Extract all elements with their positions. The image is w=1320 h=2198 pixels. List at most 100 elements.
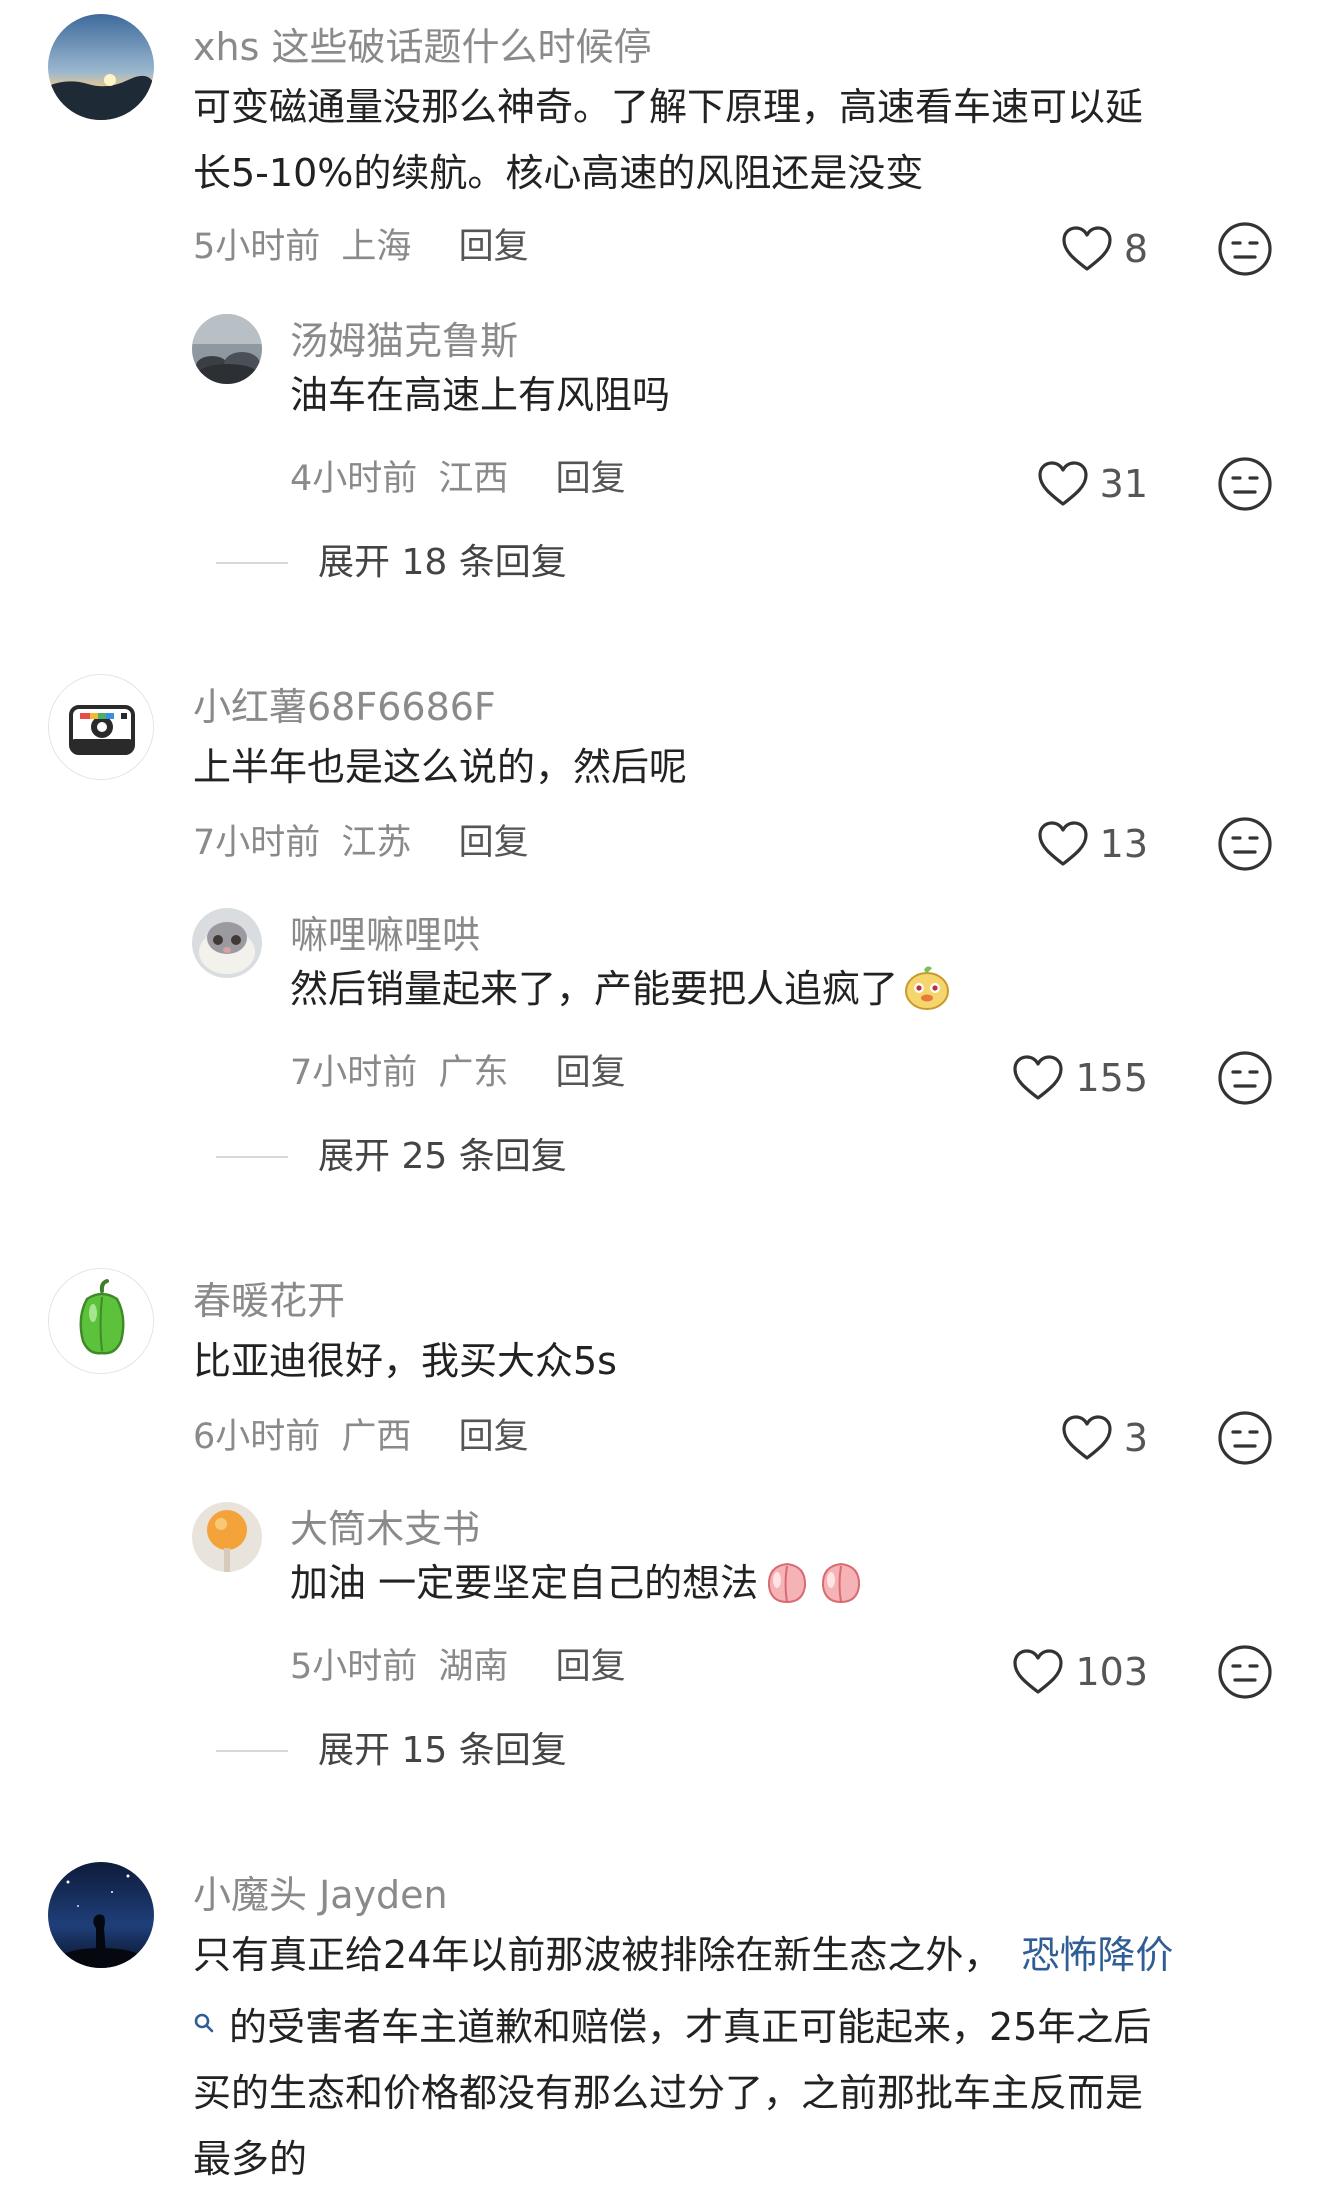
reply-button[interactable]: 回复 — [459, 1417, 529, 1457]
comment-text-line: 长5-10%的续航。核心高速的风阻还是没变 — [193, 151, 924, 195]
like-button[interactable]: 103 — [1013, 1644, 1148, 1700]
username[interactable]: 小红薯68F6686F — [193, 688, 496, 726]
like-count: 103 — [1075, 1650, 1148, 1694]
comment-text-segment: 的受害者车主道歉和赔偿，才真正可能起来，25年之后 — [229, 2005, 1152, 2049]
username[interactable]: 大筒木支书 — [290, 1510, 480, 1548]
like-button[interactable]: 3 — [1030, 1410, 1148, 1466]
search-icon[interactable] — [193, 1988, 215, 2054]
reply-button[interactable]: 回复 — [556, 459, 626, 499]
reply-text: 加油 一定要坚定自己的想法 — [290, 1550, 866, 1626]
location: 湖南 — [438, 1647, 509, 1687]
comment-text-line: 上半年也是这么说的，然后呢 — [193, 745, 688, 789]
username[interactable]: 汤姆猫克鲁斯 — [290, 322, 518, 360]
comment-item: 春暖花开 比亚迪很好，我买大众5s 6小时前 广西 回复 3 大筒木支书 加油 … — [0, 1254, 1320, 1814]
expand-replies-button[interactable]: 展开 25 条回复 — [216, 1132, 567, 1182]
heart-outline-icon — [1062, 1415, 1112, 1460]
expand-replies-button[interactable]: 展开 18 条回复 — [216, 538, 567, 588]
username[interactable]: 小魔头 Jayden — [193, 1876, 448, 1914]
comment-text-line: 买的生态和价格都没有那么过分了，之前那批车主反而是 — [193, 2071, 1144, 2115]
comment-text: 上半年也是这么说的，然后呢 — [193, 734, 687, 800]
avatar[interactable] — [48, 1268, 154, 1374]
neutral-face-icon — [1218, 1051, 1272, 1105]
location: 江苏 — [341, 823, 412, 863]
comment-meta: 6小时前 广西 回复 — [193, 1420, 539, 1455]
heart-outline-icon — [1013, 1055, 1064, 1100]
divider — [216, 562, 288, 564]
reply-button[interactable]: 回复 — [459, 823, 529, 863]
avatar[interactable] — [192, 908, 262, 978]
heart-outline-icon — [1062, 226, 1112, 271]
comment-text-segment: 只有真正给24年以前那波被排除在新生态之外， — [193, 1933, 1002, 1977]
divider — [216, 1750, 288, 1752]
expand-replies-button[interactable]: 展开 15 条回复 — [216, 1726, 567, 1776]
like-button[interactable]: 31 — [1030, 456, 1148, 512]
reply-text-content: 加油 一定要坚定自己的想法 — [290, 1561, 759, 1605]
comment-text-line: 最多的 — [193, 2137, 308, 2181]
neutral-face-icon — [1218, 457, 1272, 511]
neutral-face-icon — [1218, 222, 1272, 276]
dislike-button[interactable] — [1216, 1049, 1274, 1107]
avatar[interactable] — [48, 14, 154, 120]
reply-meta: 4小时前 江西 回复 — [290, 462, 636, 497]
expand-replies-label: 展开 15 条回复 — [318, 1730, 567, 1771]
location: 江西 — [438, 459, 509, 499]
peach-emoji-icon — [816, 1556, 866, 1626]
reply-button[interactable]: 回复 — [556, 1647, 626, 1687]
dislike-button[interactable] — [1216, 220, 1274, 278]
expand-replies-label: 展开 25 条回复 — [318, 1136, 567, 1177]
comment-item: xhs 这些破话题什么时候停 可变磁通量没那么神奇。了解下原理，高速看车速可以延… — [0, 0, 1320, 581]
username[interactable]: 春暖花开 — [193, 1282, 345, 1320]
dislike-button[interactable] — [1216, 455, 1274, 513]
duck-face-emoji-icon — [902, 962, 952, 1032]
comment-meta: 7小时前 江苏 回复 — [193, 826, 539, 861]
timestamp: 7小时前 — [290, 1053, 418, 1093]
comment-item: 小红薯68F6686F 上半年也是这么说的，然后呢 7小时前 江苏 回复 13 — [0, 660, 1320, 1220]
expand-replies-label: 展开 18 条回复 — [318, 542, 567, 583]
location: 广西 — [341, 1417, 412, 1457]
comment-text-line: 只有真正给24年以前那波被排除在新生态之外， 恐怖降价 — [193, 1922, 1173, 1988]
timestamp: 7小时前 — [193, 823, 321, 863]
location: 广东 — [438, 1053, 509, 1093]
username[interactable]: 嘛哩嘛哩哄 — [290, 916, 480, 954]
neutral-face-icon — [1218, 1411, 1272, 1465]
dislike-button[interactable] — [1216, 1409, 1274, 1467]
dislike-button[interactable] — [1216, 1643, 1274, 1701]
comment-feed: xhs 这些破话题什么时候停 可变磁通量没那么神奇。了解下原理，高速看车速可以延… — [0, 0, 1320, 2198]
timestamp: 6小时前 — [193, 1417, 321, 1457]
neutral-face-icon — [1218, 1645, 1272, 1699]
heart-outline-icon — [1038, 821, 1088, 866]
avatar[interactable] — [192, 314, 262, 384]
search-link[interactable]: 恐怖降价 — [1021, 1933, 1173, 1977]
like-button[interactable]: 155 — [1013, 1050, 1148, 1106]
peach-emoji-icon — [762, 1556, 812, 1626]
avatar[interactable] — [192, 1502, 262, 1572]
location: 上海 — [341, 227, 412, 267]
avatar[interactable] — [48, 1862, 154, 1968]
timestamp: 5小时前 — [290, 1647, 418, 1687]
like-count: 155 — [1075, 1056, 1148, 1100]
comment-text-line: 可变磁通量没那么神奇。了解下原理，高速看车速可以延 — [193, 85, 1144, 129]
comment-text: 可变磁通量没那么神奇。了解下原理，高速看车速可以延 长5-10%的续航。核心高速… — [193, 74, 1143, 206]
username[interactable]: xhs 这些破话题什么时候停 — [193, 28, 651, 66]
avatar[interactable] — [48, 674, 154, 780]
like-count: 3 — [1123, 1416, 1148, 1460]
reply-text-content: 然后销量起来了，产能要把人追疯了 — [290, 967, 899, 1011]
like-button[interactable]: 13 — [1030, 816, 1148, 872]
like-button[interactable]: 8 — [1030, 221, 1148, 277]
comment-text-line: 的受害者车主道歉和赔偿，才真正可能起来，25年之后 — [193, 1988, 1173, 2060]
comment-text: 比亚迪很好，我买大众5s — [193, 1328, 617, 1394]
reply-meta: 7小时前 广东 回复 — [290, 1056, 636, 1091]
timestamp: 4小时前 — [290, 459, 418, 499]
dislike-button[interactable] — [1216, 815, 1274, 873]
reply-button[interactable]: 回复 — [459, 227, 529, 267]
reply-button[interactable]: 回复 — [556, 1053, 626, 1093]
comment-meta: 5小时前 上海 回复 — [193, 230, 539, 265]
neutral-face-icon — [1218, 817, 1272, 871]
like-count: 8 — [1123, 227, 1148, 271]
like-count: 13 — [1099, 822, 1148, 866]
divider — [216, 1156, 288, 1158]
reply-text: 油车在高速上有风阻吗 — [290, 373, 671, 417]
heart-outline-icon — [1013, 1649, 1064, 1694]
like-count: 31 — [1099, 462, 1148, 506]
comment-text: 只有真正给24年以前那波被排除在新生态之外， 恐怖降价 的受害者车主道歉和赔偿，才… — [193, 1922, 1173, 2192]
